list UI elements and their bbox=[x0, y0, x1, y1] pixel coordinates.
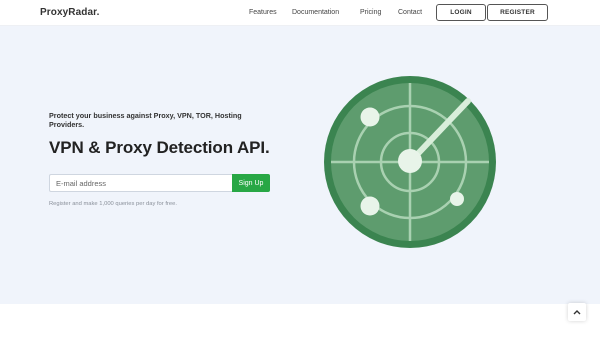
top-navbar: ProxyRadar. Features Documentation Prici… bbox=[0, 0, 600, 26]
signup-button[interactable]: Sign Up bbox=[232, 174, 270, 192]
page-below-fold bbox=[0, 304, 600, 337]
back-to-top-button[interactable] bbox=[568, 303, 586, 321]
nav-link-documentation[interactable]: Documentation bbox=[292, 9, 339, 16]
nav-link-pricing[interactable]: Pricing bbox=[360, 9, 381, 16]
chevron-up-icon bbox=[573, 310, 581, 315]
hero-headline: VPN & Proxy Detection API. bbox=[49, 138, 270, 157]
hero-section bbox=[0, 26, 600, 304]
signup-helper-text: Register and make 1,000 queries per day … bbox=[49, 201, 177, 207]
email-input[interactable] bbox=[49, 174, 232, 192]
login-button[interactable]: LOGIN bbox=[436, 4, 486, 21]
nav-link-contact[interactable]: Contact bbox=[398, 9, 422, 16]
brand-logo[interactable]: ProxyRadar. bbox=[40, 7, 99, 18]
radar-icon bbox=[324, 76, 496, 248]
hero-tagline: Protect your business against Proxy, VPN… bbox=[49, 111, 242, 129]
register-button[interactable]: REGISTER bbox=[487, 4, 548, 21]
nav-link-features[interactable]: Features bbox=[249, 9, 277, 16]
